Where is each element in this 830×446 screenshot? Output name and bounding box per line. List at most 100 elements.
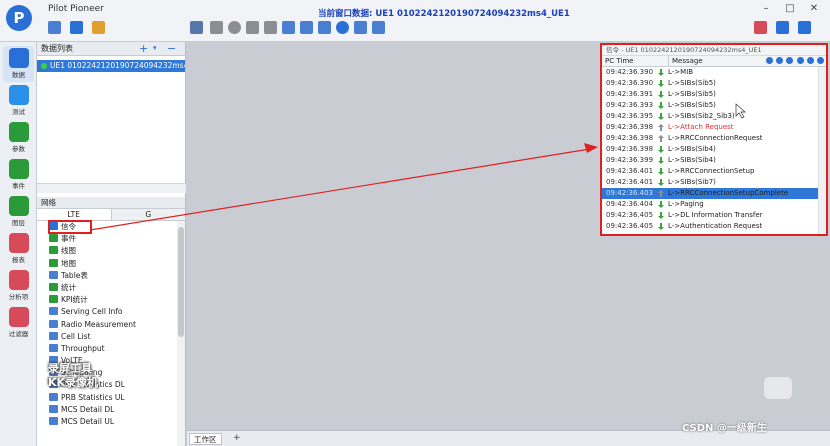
tree-item[interactable]: Cell List <box>49 331 185 343</box>
tree-item[interactable]: Throughput <box>49 343 185 355</box>
nav-item[interactable]: 参数 <box>3 120 34 156</box>
data-list-item[interactable]: UE1 0102242120190724094232ms4 <box>37 60 185 72</box>
nav-item[interactable]: 分析项 <box>3 268 34 304</box>
asu-icon[interactable] <box>190 21 203 34</box>
arrow-shape <box>658 212 664 219</box>
maximize-button[interactable]: □ <box>782 3 798 14</box>
filter-icon[interactable] <box>796 57 804 64</box>
tree-item-icon <box>49 222 58 230</box>
add-icon[interactable]: + <box>139 42 148 55</box>
signaling-message: L->DL Information Transfer <box>668 211 763 219</box>
signaling-row[interactable]: 09:42:36.405 L->DL Information Transfer <box>602 210 819 221</box>
nav-item[interactable]: 数据 <box>3 46 34 82</box>
signaling-row[interactable]: 09:42:36.395 L->SIBs(Sib2_Sib3) <box>602 111 819 122</box>
signaling-row[interactable]: 09:42:36.393 L->SIBs(Sib5) <box>602 100 819 111</box>
add-workspace-button[interactable]: + <box>233 433 241 443</box>
arrow-shape <box>658 124 664 131</box>
downlink-arrow-icon <box>658 102 664 109</box>
nav-item[interactable]: 测试 <box>3 83 34 119</box>
data-list-scrollbar[interactable] <box>37 183 186 193</box>
signaling-message: L->SIBs(Sib2_Sib3) <box>668 112 735 120</box>
nav-item[interactable]: 图层 <box>3 194 34 230</box>
signaling-row[interactable]: 09:42:36.398 L->Attach Request <box>602 122 819 133</box>
pause-icon[interactable] <box>246 21 259 34</box>
network-scrollbar[interactable] <box>177 221 185 446</box>
tree-item[interactable]: 信令 <box>48 219 92 235</box>
tab-lte[interactable]: LTE <box>37 209 112 220</box>
down-icon[interactable] <box>786 57 794 64</box>
recorder-caption: 录屏工具 KK录像机 <box>48 362 98 390</box>
tree-item-label: Cell List <box>61 331 91 341</box>
tree-item[interactable]: Serving Cell Info <box>49 306 185 318</box>
tree-item-icon <box>49 307 58 316</box>
play-icon[interactable] <box>210 21 223 34</box>
step-icon[interactable] <box>300 21 313 34</box>
tree-item-label: 统计 <box>61 282 76 292</box>
open-icon[interactable] <box>92 21 105 34</box>
column-pc-time[interactable]: PC Time <box>605 56 633 67</box>
list-icon[interactable] <box>372 21 385 34</box>
tree-item[interactable]: Radio Measurement <box>49 319 185 331</box>
tab-workspace[interactable]: 工作区 <box>189 433 222 445</box>
arrow-shape <box>658 80 664 87</box>
nav-item[interactable]: 事件 <box>3 157 34 193</box>
tree-item[interactable]: 地图 <box>49 258 185 270</box>
sync-icon[interactable] <box>318 21 331 34</box>
remove-icon[interactable]: − <box>167 42 176 55</box>
signaling-row[interactable]: 09:42:36.401 L->SIBs(Sib7) <box>602 177 819 188</box>
signaling-row[interactable]: 09:42:36.391 L->SIBs(Sib5) <box>602 89 819 100</box>
signaling-rows: 09:42:36.390 L->MIB 09:42:36.390 L->SIBs(Si… <box>602 67 819 232</box>
swap-icon[interactable] <box>282 21 295 34</box>
search-icon[interactable] <box>765 57 773 64</box>
new-file-icon[interactable] <box>48 21 61 34</box>
minimize-button[interactable]: – <box>758 3 774 14</box>
tree-item[interactable]: KPI统计 <box>49 294 185 306</box>
signaling-time: 09:42:36.404 <box>606 200 654 208</box>
tree-item[interactable]: PRB Statistics UL <box>49 392 185 404</box>
signaling-row[interactable]: 09:42:36.398 L->RRCConnectionRequest <box>602 133 819 144</box>
signaling-time: 09:42:36.405 <box>606 211 654 219</box>
nav-item-label: 报表 <box>12 256 25 264</box>
expand-icon[interactable]: ▾ <box>153 42 157 55</box>
tree-item[interactable]: Table表 <box>49 270 185 282</box>
tree-item[interactable]: 事件 <box>49 233 185 245</box>
map-layer-icon <box>8 196 29 216</box>
tree-item[interactable]: MCS Detail UL <box>49 416 185 428</box>
nav-item[interactable]: 报表 <box>3 231 34 267</box>
close-button[interactable]: ✕ <box>806 3 822 14</box>
export-icon[interactable] <box>354 21 367 34</box>
layout-icon[interactable] <box>798 21 811 34</box>
signaling-row[interactable]: 09:42:36.390 L->SIBs(Sib5) <box>602 78 819 89</box>
save-icon[interactable] <box>70 21 83 34</box>
signaling-time: 09:42:36.390 <box>606 79 654 87</box>
tree-item[interactable]: 统计 <box>49 282 185 294</box>
nav-item[interactable]: 过滤器 <box>3 305 34 341</box>
tree-item[interactable]: MCS Detail DL <box>49 404 185 416</box>
close-window-icon[interactable] <box>754 21 767 34</box>
signaling-row[interactable]: 09:42:36.405 L->Authentication Request <box>602 221 819 232</box>
up-icon[interactable] <box>776 57 784 64</box>
pause-icon[interactable] <box>817 57 824 64</box>
stop-icon[interactable] <box>264 21 277 34</box>
lock-icon[interactable] <box>776 21 789 34</box>
watermark: CSDN @一级新生 <box>682 423 767 434</box>
signaling-row[interactable]: 09:42:36.403 L->RRCConnectionSetupComplet… <box>602 188 819 199</box>
signaling-row[interactable]: 09:42:36.398 L->SIBs(Sib4) <box>602 144 819 155</box>
timer-icon[interactable] <box>336 21 349 34</box>
downlink-arrow-icon <box>658 146 664 153</box>
column-message[interactable]: Message <box>668 56 703 67</box>
signaling-row[interactable]: 09:42:36.401 L->RRCConnectionSetup <box>602 166 819 177</box>
signaling-time: 09:42:36.398 <box>606 145 654 153</box>
scroll-thumb[interactable] <box>178 227 184 337</box>
record-icon[interactable] <box>228 21 241 34</box>
tree-item[interactable]: 线图 <box>49 245 185 257</box>
signaling-row[interactable]: 09:42:36.390 L->MIB <box>602 67 819 78</box>
tab-g[interactable]: G <box>111 209 185 220</box>
signaling-row[interactable]: 09:42:36.404 L->Paging <box>602 199 819 210</box>
signaling-message: L->RRCConnectionRequest <box>668 134 763 142</box>
network-header: 网络 <box>37 197 185 209</box>
signaling-scrollbar[interactable] <box>818 67 826 234</box>
settings-icon[interactable] <box>806 57 814 64</box>
arrow-shape <box>658 91 664 98</box>
signaling-row[interactable]: 09:42:36.399 L->SIBs(Sib4) <box>602 155 819 166</box>
